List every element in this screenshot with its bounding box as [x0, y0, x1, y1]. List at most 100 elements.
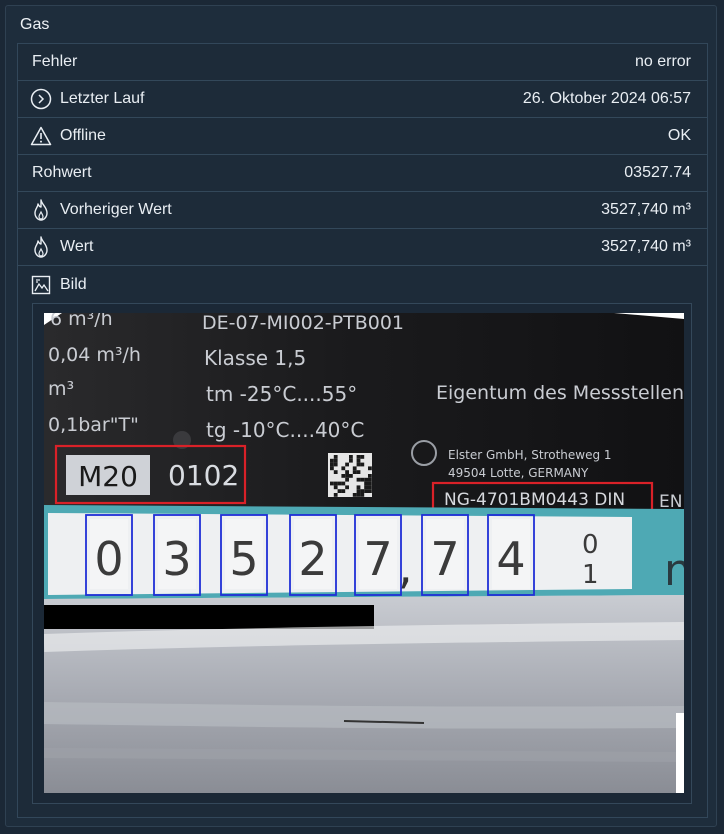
wheel-bottom: 1 — [582, 560, 599, 590]
counter-digit: 2 — [298, 532, 327, 586]
row-label: Bild — [60, 275, 87, 293]
qr-cell — [333, 462, 338, 467]
qr-cell — [345, 477, 349, 482]
qr-cell — [341, 466, 346, 471]
qr-cell — [368, 481, 372, 486]
qr-cell — [349, 474, 353, 478]
image-icon — [27, 275, 55, 295]
qr-cell — [364, 485, 368, 490]
qr-cell — [345, 462, 349, 467]
redaction-bar — [44, 605, 374, 629]
qr-cell — [333, 481, 338, 486]
tg-label: tg -10°C....40°C — [206, 418, 364, 442]
qr-cell — [333, 455, 338, 459]
qr-cell — [333, 458, 338, 463]
qr-cell — [352, 466, 357, 471]
flame-icon — [27, 236, 55, 258]
qr-cell — [356, 470, 361, 474]
maker-line: 49504 Lotte, GERMANY — [448, 466, 589, 480]
qr-cell — [345, 485, 349, 490]
plate-line: 0,04 m³/h — [48, 344, 141, 366]
flame-icon — [27, 199, 55, 221]
qr-cell — [330, 462, 334, 467]
clock-icon — [27, 88, 55, 110]
row-rohwert[interactable]: Rohwert 03527.74 — [18, 155, 707, 192]
qr-cell — [368, 477, 372, 482]
serial-label: NG-4701BM0443 DIN — [444, 490, 625, 510]
qr-cell — [356, 493, 361, 497]
row-value: OK — [667, 127, 691, 144]
qr-cell — [333, 485, 338, 490]
decimal-comma: , — [398, 540, 413, 594]
model-code-label: 0102 — [168, 459, 239, 492]
row-vorheriger-wert[interactable]: Vorheriger Wert 3527,740 m³ — [18, 192, 707, 229]
qr-cell — [349, 458, 353, 463]
qr-cell — [330, 466, 334, 471]
qr-cell — [356, 462, 361, 467]
row-label: Fehler — [32, 53, 78, 70]
maker-line: Elster GmbH, Strotheweg 1 — [448, 448, 612, 462]
qr-cell — [356, 485, 361, 490]
qr-cell — [368, 485, 372, 490]
row-label: Wert — [60, 238, 94, 255]
counter-digit: 7 — [363, 532, 392, 586]
qr-cell — [360, 489, 365, 493]
meter-photo-svg: 6 m³/h 0,04 m³/h m³ 0,1bar"T" DE-07-MI00… — [44, 313, 684, 793]
qr-cell — [368, 466, 372, 471]
row-label: Vorheriger Wert — [60, 201, 172, 218]
qr-cell — [341, 481, 346, 486]
row-letzter-lauf[interactable]: Letzter Lauf 26. Oktober 2024 06:57 — [18, 81, 707, 118]
counter-digit: 5 — [229, 532, 258, 586]
row-offline[interactable]: Offline OK — [18, 118, 707, 155]
qr-cell — [360, 477, 365, 482]
top-code: DE-07-MI002-PTB001 — [202, 313, 404, 334]
qr-cell — [368, 474, 372, 478]
qr-cell — [356, 489, 361, 493]
qr-cell — [330, 458, 334, 463]
row-label: Offline — [60, 127, 106, 144]
qr-cell — [352, 470, 357, 474]
row-value: 3527,740 m³ — [601, 238, 691, 255]
qr-cell — [349, 455, 353, 459]
image-frame: 6 m³/h 0,04 m³/h m³ 0,1bar"T" DE-07-MI00… — [32, 303, 692, 804]
qr-cell — [345, 474, 349, 478]
row-label: Rohwert — [32, 164, 92, 181]
qr-cell — [356, 455, 361, 459]
qr-cell — [341, 489, 346, 493]
counter-digit: 3 — [162, 532, 191, 586]
plate-line: 6 m³/h — [50, 313, 113, 330]
qr-cell — [364, 489, 368, 493]
row-value: no error — [634, 53, 691, 70]
qr-cell — [337, 489, 342, 493]
gas-card: Gas Fehler no error Letzter Lauf 26. Okt… — [5, 5, 717, 827]
owner-label: Eigentum des Messstellenbetre — [436, 382, 684, 404]
warning-icon — [27, 126, 55, 146]
qr-code — [328, 453, 372, 497]
row-bild[interactable]: Bild — [18, 266, 707, 303]
qr-cell — [368, 489, 372, 493]
meter-photo[interactable]: 6 m³/h 0,04 m³/h m³ 0,1bar"T" DE-07-MI00… — [44, 313, 684, 793]
counter-digit: 7 — [430, 532, 459, 586]
qr-cell — [345, 470, 349, 474]
qr-cell — [330, 481, 334, 486]
row-fehler[interactable]: Fehler no error — [18, 44, 707, 81]
wheel-top: 0 — [582, 530, 599, 560]
plate-line: m³ — [48, 378, 74, 400]
qr-cell — [352, 493, 357, 497]
sensor-list: Fehler no error Letzter Lauf 26. Oktober… — [17, 43, 708, 818]
unit-fragment: n — [664, 545, 684, 596]
qr-cell — [341, 474, 346, 478]
row-label: Letzter Lauf — [60, 90, 145, 107]
qr-cell — [333, 470, 338, 474]
model-label: M20 — [78, 460, 138, 493]
qr-cell — [364, 477, 368, 482]
qr-cell — [356, 458, 361, 463]
row-value: 3527,740 m³ — [601, 201, 691, 218]
qr-cell — [360, 455, 365, 459]
counter-digit: 4 — [496, 532, 525, 586]
qr-cell — [360, 462, 365, 467]
counter-digit: 0 — [94, 532, 123, 586]
card-title: Gas — [20, 16, 50, 33]
qr-cell — [360, 493, 365, 497]
row-wert[interactable]: Wert 3527,740 m³ — [18, 229, 707, 266]
